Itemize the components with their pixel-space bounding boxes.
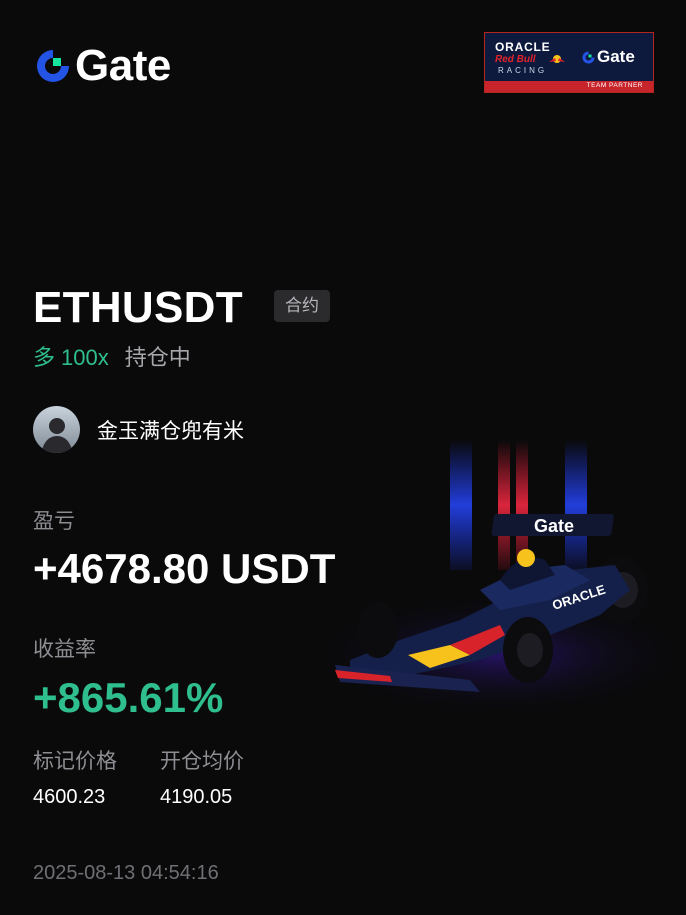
partner-strip: TEAM PARTNER xyxy=(485,81,653,92)
pnl-value: +4678.80 USDT xyxy=(33,545,336,592)
gate-logo-icon xyxy=(582,51,595,63)
entry-price-label: 开仓均价 xyxy=(160,749,244,773)
avatar-silhouette-icon xyxy=(33,406,80,453)
share-timestamp: 2025-08-13 04:54:16 xyxy=(33,862,219,884)
gate-brand-logo: Gate xyxy=(33,41,171,90)
pnl-label: 盈亏 xyxy=(33,509,75,533)
mark-price-value: 4600.23 xyxy=(33,786,106,808)
contract-type-badge: 合约 xyxy=(274,290,330,322)
racing-wordmark: RACING xyxy=(498,66,548,75)
redbull-wordmark: Red Bull xyxy=(495,54,536,65)
oracle-wordmark: ORACLE xyxy=(495,40,551,54)
position-leverage: 100x xyxy=(61,345,109,370)
bull-icon xyxy=(549,55,565,63)
position-summary: 多 100x 持仓中 xyxy=(33,340,191,372)
roi-value: +865.61% xyxy=(33,674,224,721)
roi-label: 收益率 xyxy=(33,637,96,661)
user-info: 金玉满仓兜有米 xyxy=(33,406,244,453)
mark-price-label: 标记价格 xyxy=(33,749,117,773)
partner-gate-name: Gate xyxy=(597,47,635,66)
team-partner-badge: ORACLE Red Bull RACING Gate TEAM PARTNER xyxy=(484,32,654,93)
partner-gate-logo: Gate xyxy=(581,47,635,67)
entry-price-value: 4190.05 xyxy=(160,786,233,808)
trading-pair: ETHUSDT xyxy=(33,283,243,332)
gate-logo-icon xyxy=(37,50,69,82)
position-status: 持仓中 xyxy=(124,346,191,371)
car-livery-gate: Gate xyxy=(534,516,574,536)
brand-name: Gate xyxy=(75,41,171,90)
team-partner-caption: TEAM PARTNER xyxy=(586,82,643,89)
username: 金玉满仓兜有米 xyxy=(97,418,244,443)
f1-car-image: Gate ORACLE xyxy=(330,440,685,710)
position-direction: 多 xyxy=(33,346,56,371)
